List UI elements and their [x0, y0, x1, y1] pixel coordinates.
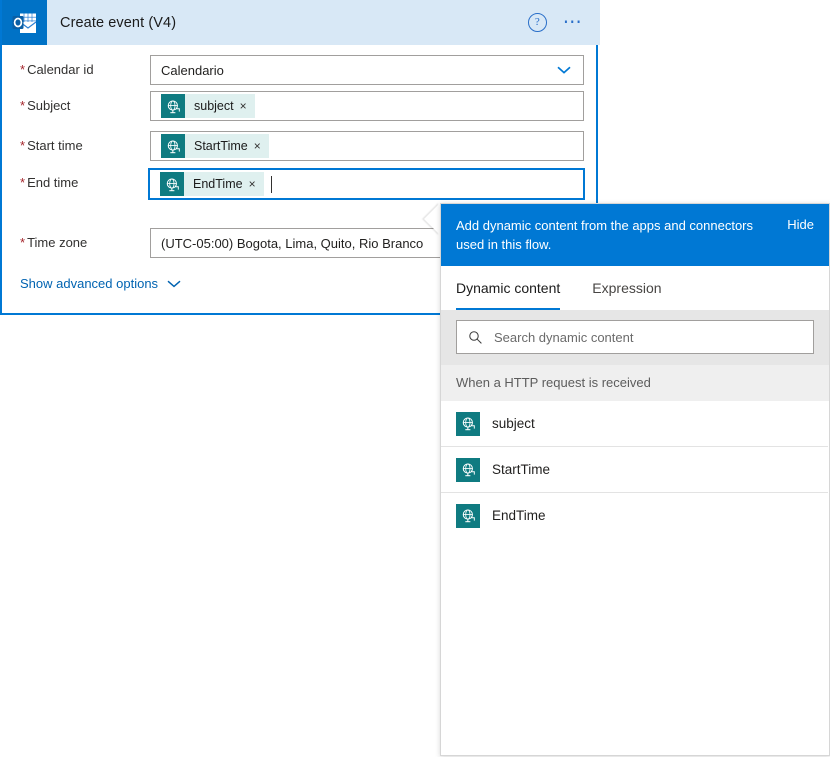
close-icon[interactable]: × — [240, 99, 255, 113]
calendar-id-dropdown[interactable]: Calendario — [150, 55, 584, 85]
start-time-input[interactable]: StartTime × — [150, 131, 584, 161]
field-label-start-time: * Start time — [20, 138, 83, 153]
token-label: EndTime — [193, 177, 243, 191]
outlook-icon — [2, 0, 47, 45]
required-marker: * — [20, 62, 26, 77]
dynamic-token-subject[interactable]: subject × — [161, 94, 255, 118]
list-item-label: EndTime — [492, 508, 546, 523]
http-request-icon — [160, 172, 184, 196]
field-label-end-time: * End time — [20, 175, 79, 190]
search-placeholder: Search dynamic content — [494, 329, 634, 345]
field-label-subject: * Subject — [20, 98, 71, 113]
calendar-id-value: Calendario — [161, 62, 224, 78]
more-options-icon[interactable]: ⋯ — [563, 13, 584, 32]
dynamic-content-panel-description: Add dynamic content from the apps and co… — [456, 218, 754, 252]
dynamic-token-endtime[interactable]: EndTime × — [160, 172, 264, 196]
list-item[interactable]: EndTime — [441, 493, 828, 538]
tab-expression[interactable]: Expression — [592, 266, 661, 310]
close-icon[interactable]: × — [249, 177, 264, 191]
tab-dynamic-content[interactable]: Dynamic content — [456, 266, 561, 310]
page-title: Create event (V4) — [60, 14, 177, 31]
time-zone-value: (UTC-05:00) Bogota, Lima, Quito, Rio Bra… — [161, 235, 424, 251]
http-request-icon — [456, 411, 480, 436]
required-marker: * — [20, 235, 26, 250]
http-request-icon — [456, 457, 480, 482]
action-card-header: Create event (V4) ? ⋯ — [2, 0, 600, 45]
required-marker: * — [20, 138, 26, 153]
header-actions: ? ⋯ — [527, 13, 584, 32]
hide-panel-button[interactable]: Hide — [787, 217, 814, 232]
list-item[interactable]: subject — [441, 401, 828, 447]
close-icon[interactable]: × — [254, 139, 269, 153]
list-item-label: subject — [492, 416, 535, 431]
search-input[interactable]: Search dynamic content — [456, 320, 814, 354]
required-marker: * — [20, 175, 26, 190]
end-time-input[interactable]: EndTime × — [148, 168, 585, 200]
help-icon[interactable]: ? — [527, 13, 547, 32]
field-label-calendar-id: * Calendar id — [20, 62, 94, 77]
list-item[interactable]: StartTime — [441, 447, 828, 493]
chevron-down-icon[interactable] — [557, 66, 571, 74]
dynamic-content-pointer — [424, 203, 440, 235]
field-label-time-zone: * Time zone — [20, 235, 88, 250]
dynamic-content-panel-header: Add dynamic content from the apps and co… — [441, 204, 829, 266]
dynamic-token-starttime[interactable]: StartTime × — [161, 134, 269, 158]
http-request-icon — [456, 503, 480, 528]
text-cursor — [270, 175, 272, 193]
dynamic-content-group-header: When a HTTP request is received — [441, 365, 829, 401]
dynamic-content-search-area: Search dynamic content — [441, 310, 829, 365]
subject-input[interactable]: subject × — [150, 91, 584, 121]
http-request-icon — [161, 94, 185, 118]
dynamic-content-tabs: Dynamic content Expression — [441, 266, 829, 310]
dynamic-content-panel: Add dynamic content from the apps and co… — [440, 203, 830, 756]
show-advanced-options-button[interactable]: Show advanced options — [20, 276, 181, 291]
token-label: StartTime — [194, 139, 248, 153]
token-label: subject — [194, 99, 234, 113]
required-marker: * — [20, 98, 26, 113]
list-item-label: StartTime — [492, 462, 551, 477]
search-icon — [469, 330, 482, 344]
http-request-icon — [161, 134, 185, 158]
chevron-down-icon — [167, 280, 181, 287]
show-advanced-options-label: Show advanced options — [20, 276, 159, 291]
